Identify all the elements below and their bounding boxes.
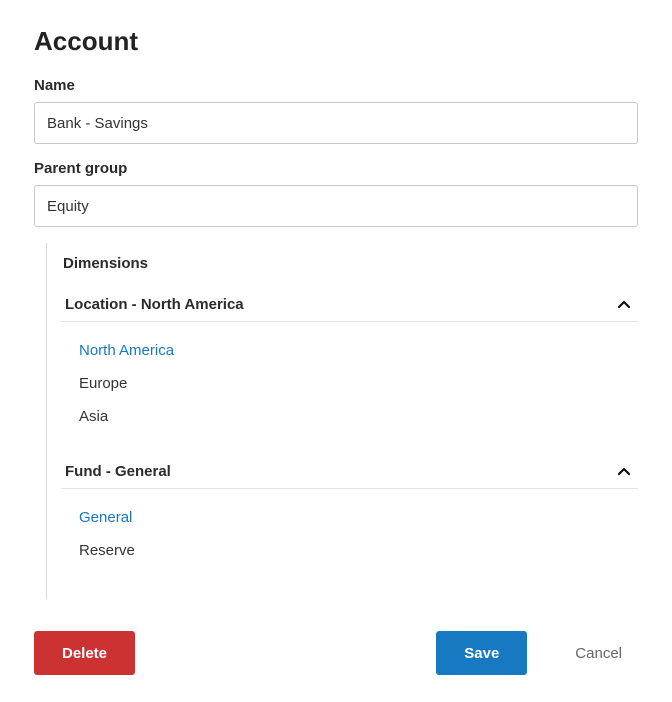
dimension-header-label: Fund - General <box>65 463 171 480</box>
save-button[interactable]: Save <box>436 631 527 675</box>
action-bar: Delete Save Cancel <box>34 631 638 675</box>
dimension-option-north-america[interactable]: North America <box>79 334 638 367</box>
dimension-header-label: Location - North America <box>65 296 244 313</box>
name-label: Name <box>34 77 638 94</box>
parent-group-input[interactable] <box>34 185 638 227</box>
delete-button[interactable]: Delete <box>34 631 135 675</box>
dimension-header-fund[interactable]: Fund - General <box>61 457 638 489</box>
dimension-option-reserve[interactable]: Reserve <box>79 534 638 567</box>
chevron-up-icon <box>616 464 632 480</box>
dimensions-panel: Dimensions Location - North America Nort… <box>46 243 638 599</box>
dimension-option-asia[interactable]: Asia <box>79 400 638 433</box>
dimension-section-fund: Fund - General General Reserve <box>63 457 638 571</box>
name-field-group: Name <box>34 77 638 144</box>
dimension-option-europe[interactable]: Europe <box>79 367 638 400</box>
parent-group-field-group: Parent group <box>34 160 638 227</box>
parent-group-label: Parent group <box>34 160 638 177</box>
dimensions-title: Dimensions <box>63 255 638 272</box>
dimension-section-location: Location - North America North America E… <box>63 290 638 437</box>
chevron-up-icon <box>616 297 632 313</box>
cancel-button[interactable]: Cancel <box>559 631 638 675</box>
dimension-option-general[interactable]: General <box>79 501 638 534</box>
dimension-options-fund: General Reserve <box>63 489 638 571</box>
dimension-options-location: North America Europe Asia <box>63 322 638 437</box>
page-title: Account <box>34 26 638 57</box>
dimension-header-location[interactable]: Location - North America <box>61 290 638 322</box>
name-input[interactable] <box>34 102 638 144</box>
